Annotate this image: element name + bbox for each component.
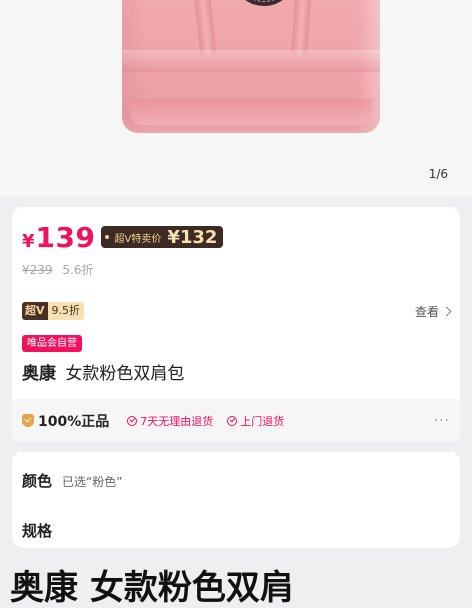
product-image-gallery[interactable]: 1/6 <box>0 0 472 197</box>
super-vip-badge: 超V 9.5折 <box>22 302 85 320</box>
view-label: 查看 <box>414 304 439 319</box>
chevron-right-icon <box>441 306 452 316</box>
bag-logo-patch <box>232 0 296 6</box>
color-selected-value: 已选“粉色” <box>62 475 123 489</box>
service-label: 7天无理由退货 <box>140 414 214 428</box>
check-circle-icon <box>227 415 238 426</box>
service-item-return-7day: 7天无理由退货 <box>127 413 213 429</box>
genuine-guarantee: 100%正品 <box>38 413 110 430</box>
super-vip-rate: 9.5折 <box>47 302 85 320</box>
service-guarantee-bar[interactable]: 100%正品 7天无理由退货 上门退货 ··· <box>12 399 460 442</box>
image-counter: 1/6 <box>428 167 448 181</box>
super-vip-label: 超V <box>22 302 48 320</box>
price-row: ¥ 139 超V特卖价 ¥132 <box>22 221 224 254</box>
vip-price-label: 超V特卖价 <box>114 233 162 245</box>
color-option-row[interactable]: 颜色 已选“粉色” <box>22 470 122 491</box>
product-image-backpack <box>122 0 380 133</box>
product-title: 奥康 女款粉色双肩包 <box>22 359 184 384</box>
sale-price: ¥ 139 <box>22 221 95 254</box>
color-label: 颜色 <box>22 472 53 490</box>
price-card: ¥ 139 超V特卖价 ¥132 ¥239 5.6折 超V 9.5折 查看 唯品… <box>12 207 460 442</box>
options-card: 颜色 已选“粉色” 规格 <box>12 452 460 548</box>
spec-label: 规格 <box>22 522 53 540</box>
spec-option-row[interactable]: 规格 <box>22 520 62 541</box>
product-brand: 奥康 <box>22 364 56 384</box>
bag-bottom <box>130 99 372 125</box>
view-button[interactable]: 查看 <box>414 303 452 320</box>
bag-strap-right <box>291 0 313 57</box>
check-circle-icon <box>127 415 138 426</box>
product-headline: 奥康 女款粉色双肩 <box>10 568 294 608</box>
product-name: 女款粉色双肩包 <box>65 364 185 384</box>
dot-icon <box>105 235 110 239</box>
self-operated-tag: 唯品会自营 <box>22 335 82 352</box>
discount-rate: 5.6折 <box>62 263 94 277</box>
original-price: ¥239 <box>22 263 53 277</box>
service-label: 上门退货 <box>240 414 285 428</box>
shield-icon <box>22 414 34 427</box>
price-amount: 139 <box>35 220 96 254</box>
original-price-row: ¥239 5.6折 <box>22 261 93 278</box>
currency-symbol: ¥ <box>22 230 35 252</box>
vip-price-value: ¥132 <box>167 226 218 248</box>
bag-band <box>122 50 380 72</box>
more-icon[interactable]: ··· <box>434 413 450 429</box>
vip-price-tag[interactable]: 超V特卖价 ¥132 <box>101 226 224 248</box>
super-vip-row[interactable]: 超V 9.5折 查看 <box>22 301 452 321</box>
service-item-pickup-return: 上门退货 <box>227 413 284 429</box>
bag-strap-left <box>191 0 217 57</box>
